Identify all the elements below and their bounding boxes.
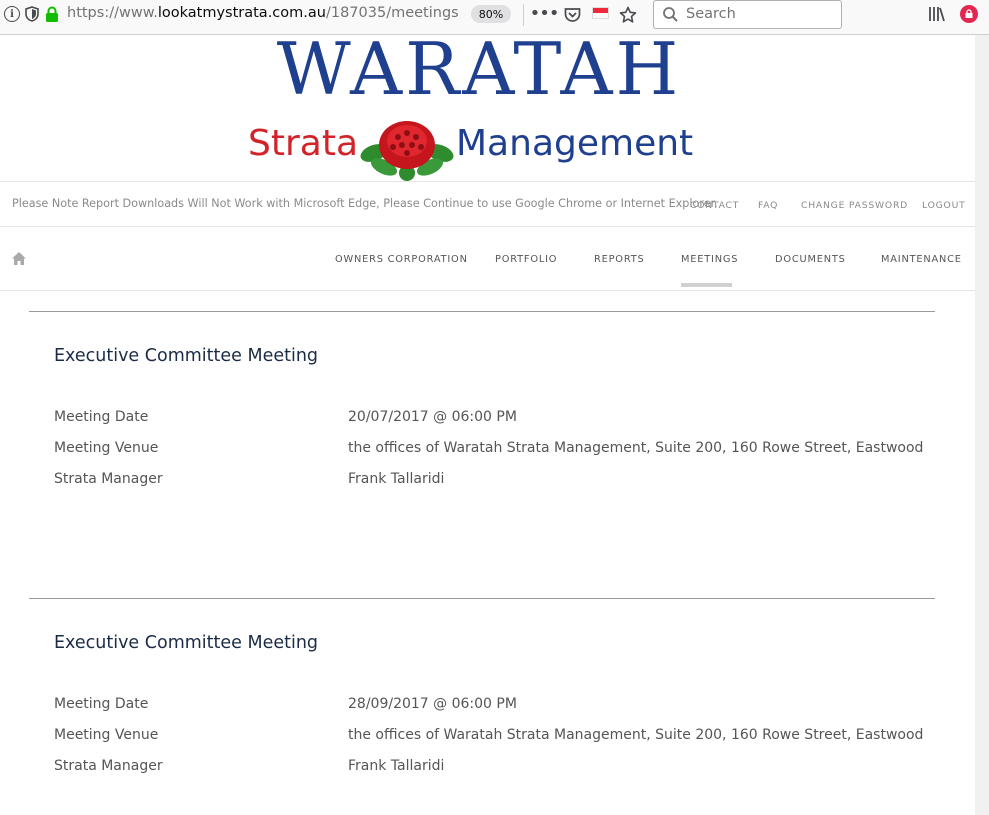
main-navigation: OWNERS CORPORATION PORTFOLIO REPORTS MEE… xyxy=(0,227,975,291)
browser-compatibility-notice: Please Note Report Downloads Will Not Wo… xyxy=(12,197,718,210)
meeting-venue-label: Meeting Venue xyxy=(54,727,159,743)
waratah-logo[interactable]: WARATAH Strata Management xyxy=(248,27,710,181)
zoom-level-badge[interactable]: 80% xyxy=(471,5,511,23)
meeting-date-label: Meeting Date xyxy=(54,409,149,425)
strata-manager-label: Strata Manager xyxy=(54,758,163,774)
meeting-venue-value: the offices of Waratah Strata Management… xyxy=(348,440,924,456)
nav-reports[interactable]: REPORTS xyxy=(594,254,645,265)
address-bar-url[interactable]: https://www.lookatmystrata.com.au/187035… xyxy=(67,5,459,21)
nav-portfolio[interactable]: PORTFOLIO xyxy=(495,254,557,265)
meeting-title: Executive Committee Meeting xyxy=(54,633,319,653)
strata-manager-value: Frank Tallaridi xyxy=(348,471,445,487)
bookmark-star-icon[interactable] xyxy=(618,5,638,25)
nav-owners-corporation[interactable]: OWNERS CORPORATION xyxy=(335,254,468,265)
search-placeholder: Search xyxy=(686,6,736,22)
library-icon[interactable] xyxy=(928,6,946,22)
contact-link[interactable]: CONTACT xyxy=(690,200,739,211)
lock-icon[interactable] xyxy=(44,6,60,22)
waratah-flower-icon xyxy=(360,117,454,181)
url-prefix: https://www. xyxy=(67,5,158,21)
meeting-date-value: 28/09/2017 @ 06:00 PM xyxy=(348,696,517,712)
url-domain: lookatmystrata.com.au xyxy=(157,5,326,21)
strata-manager-label: Strata Manager xyxy=(54,471,163,487)
web-page: WARATAH Strata Management Please Note Re… xyxy=(0,27,975,815)
info-icon[interactable]: i xyxy=(4,6,20,22)
url-path: /187035/meetings xyxy=(325,5,459,21)
active-tab-indicator xyxy=(681,283,732,287)
meeting-date-label: Meeting Date xyxy=(54,696,149,712)
logo-management-text: Management xyxy=(456,123,694,164)
browser-search-input[interactable]: Search xyxy=(653,0,842,29)
page-actions-menu-icon[interactable]: ••• xyxy=(530,5,560,23)
search-icon xyxy=(662,6,679,23)
meeting-venue-value: the offices of Waratah Strata Management… xyxy=(348,727,924,743)
home-icon[interactable] xyxy=(11,251,27,266)
logo-wordmark: WARATAH xyxy=(276,27,682,111)
singapore-flag-icon[interactable] xyxy=(592,7,609,19)
pocket-icon[interactable] xyxy=(563,6,581,23)
meeting-divider xyxy=(29,598,935,599)
logout-link[interactable]: LOGOUT xyxy=(922,200,966,211)
meeting-divider xyxy=(29,311,935,312)
tracking-shield-icon[interactable] xyxy=(25,6,39,22)
faq-link[interactable]: FAQ xyxy=(758,200,778,211)
page-scrollbar[interactable] xyxy=(975,35,989,815)
meeting-title: Executive Committee Meeting xyxy=(54,346,319,366)
change-password-link[interactable]: CHANGE PASSWORD xyxy=(801,200,908,211)
toolbar-separator xyxy=(523,4,524,26)
nav-documents[interactable]: DOCUMENTS xyxy=(775,254,846,265)
strata-manager-value: Frank Tallaridi xyxy=(348,758,445,774)
utility-bar: Please Note Report Downloads Will Not Wo… xyxy=(0,181,975,227)
nav-meetings[interactable]: MEETINGS xyxy=(681,254,738,265)
logo-strata-text: Strata xyxy=(248,123,359,164)
extension-icon[interactable] xyxy=(960,5,978,23)
meeting-date-value: 20/07/2017 @ 06:00 PM xyxy=(348,409,517,425)
nav-maintenance[interactable]: MAINTENANCE xyxy=(881,254,962,265)
meeting-venue-label: Meeting Venue xyxy=(54,440,159,456)
